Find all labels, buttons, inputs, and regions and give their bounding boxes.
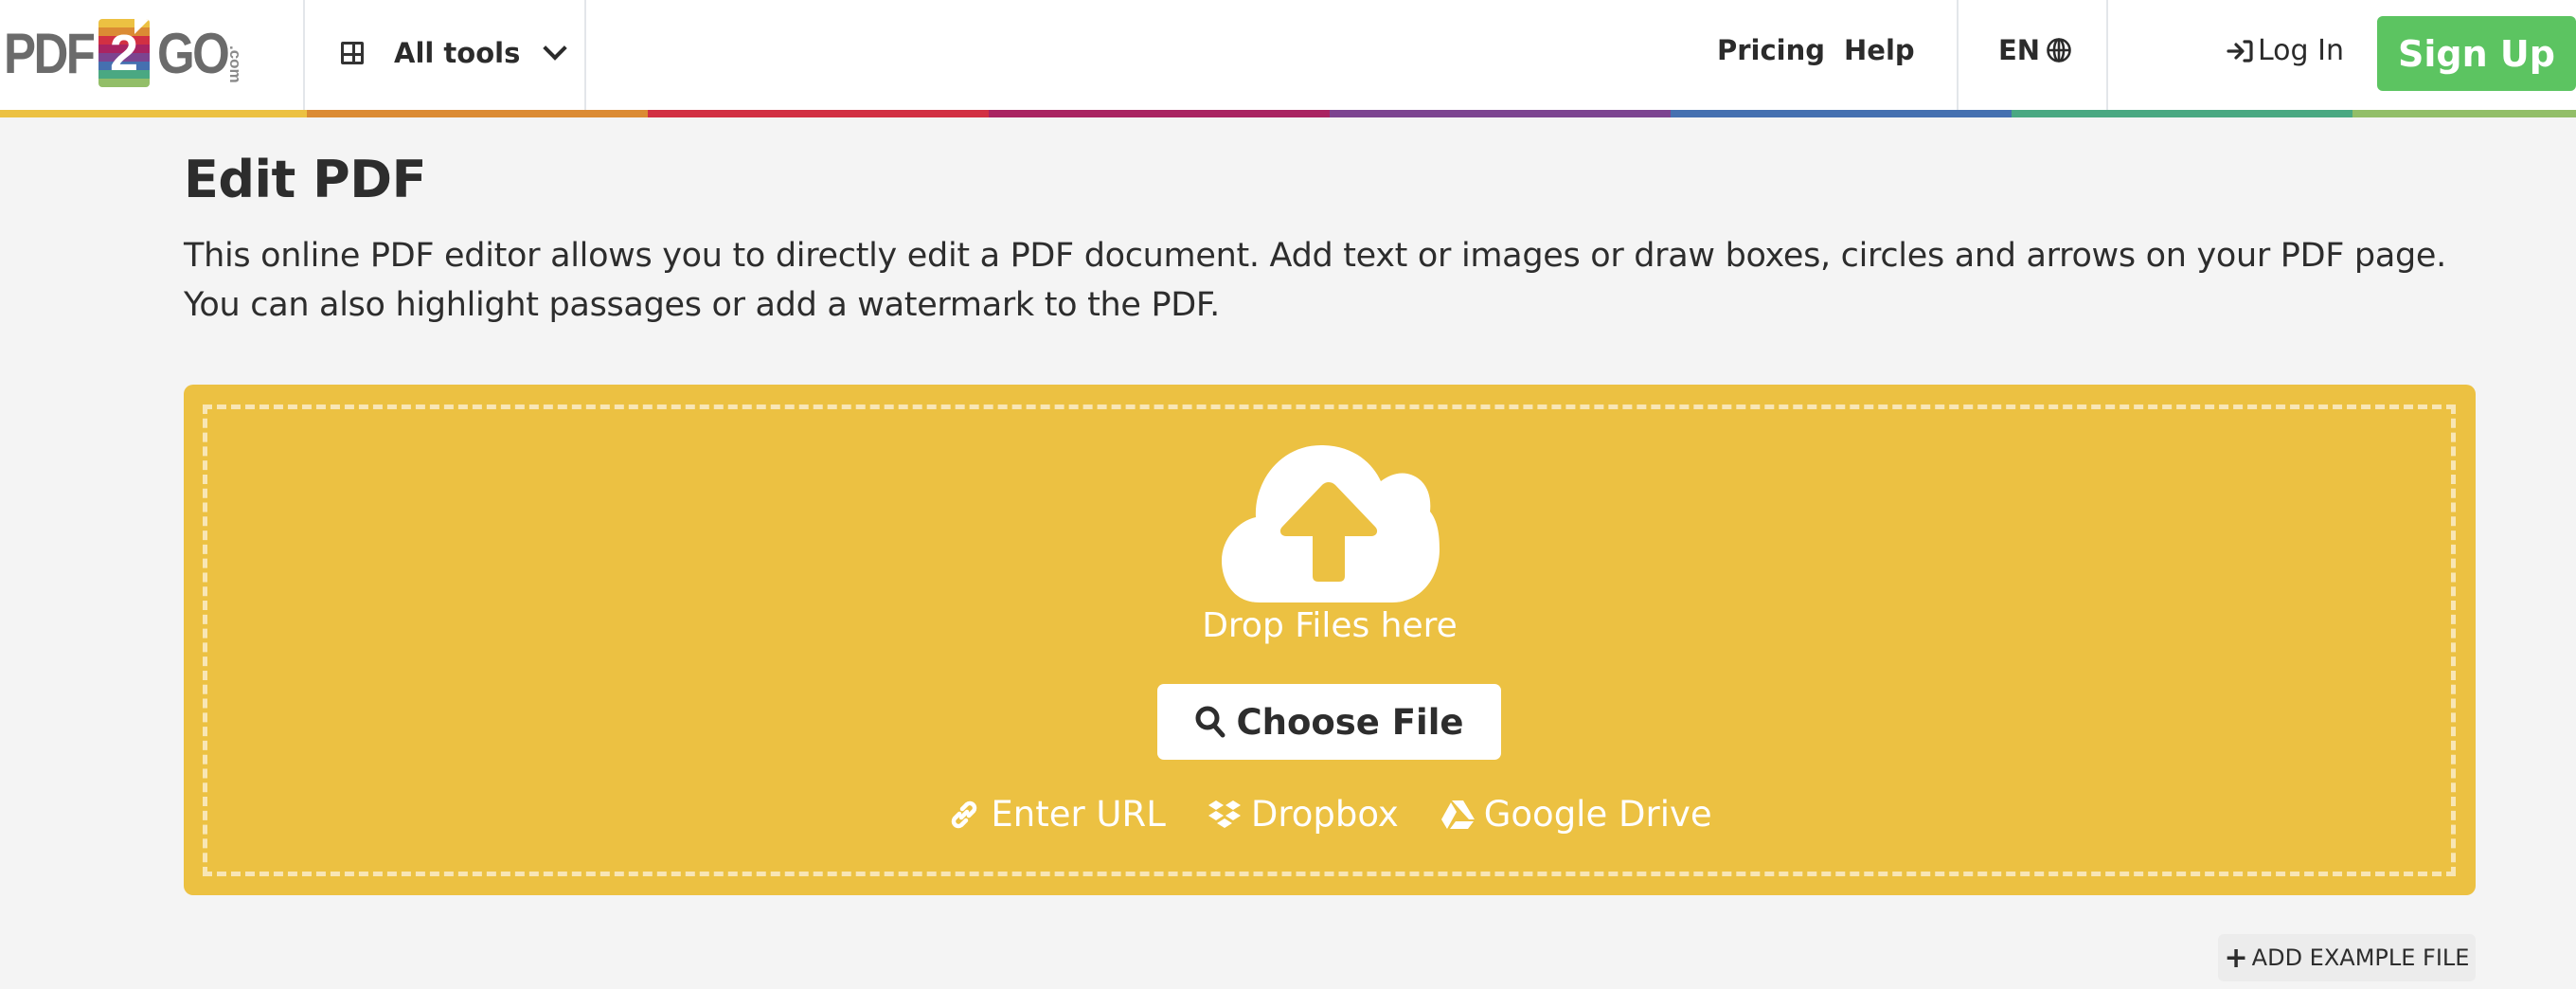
file-drop-zone[interactable]: Drop Files here Choose File Enter URL Dr…: [184, 385, 2476, 895]
page-description: This online PDF editor allows you to dir…: [184, 237, 2446, 324]
dropbox-label: Dropbox: [1250, 794, 1399, 835]
cloud-upload-icon: [1222, 445, 1440, 602]
chevron-down-icon: [543, 36, 568, 61]
header-divider: [1957, 0, 1959, 110]
rainbow-color-bar: [0, 110, 2576, 117]
upload-sources: Enter URL Dropbox Google Drive: [184, 794, 2476, 835]
login-link[interactable]: Log In: [2226, 34, 2344, 67]
header-divider: [2106, 0, 2108, 110]
logo-text-com: .com: [226, 45, 244, 83]
logo-text-pdf: PDF: [4, 21, 96, 85]
drop-files-text: Drop Files here: [1202, 606, 1458, 645]
nav-pricing-link[interactable]: Pricing: [1717, 34, 1825, 66]
language-selector[interactable]: EN: [1998, 34, 2072, 66]
nav-help-link[interactable]: Help: [1844, 34, 1915, 66]
header-divider: [303, 0, 305, 110]
all-tools-dropdown[interactable]: All tools: [341, 32, 568, 74]
dropbox-link[interactable]: Dropbox: [1208, 794, 1399, 835]
header-divider: [584, 0, 586, 110]
add-example-label: ADD EXAMPLE FILE: [2251, 944, 2470, 971]
logo-text-go: GO: [157, 21, 230, 85]
grid-icon: [341, 42, 364, 64]
choose-file-label: Choose File: [1236, 701, 1464, 743]
signup-button[interactable]: Sign Up: [2377, 16, 2576, 91]
globe-icon: [2047, 38, 2071, 63]
search-icon: [1195, 706, 1225, 738]
logo-document-icon: 2: [98, 19, 150, 87]
site-header: PDF 2 GO .com All tools Pricing Help EN: [0, 0, 2576, 110]
page-title: Edit PDF: [184, 150, 426, 209]
enter-url-label: Enter URL: [991, 794, 1166, 835]
logo-text-2: 2: [109, 25, 139, 81]
google-drive-label: Google Drive: [1483, 794, 1712, 835]
dropbox-icon: [1208, 800, 1241, 828]
pdf2go-logo[interactable]: PDF 2 GO .com: [4, 19, 244, 87]
all-tools-label: All tools: [394, 37, 521, 69]
language-code: EN: [1998, 34, 2041, 66]
google-drive-link[interactable]: Google Drive: [1440, 794, 1712, 835]
link-icon: [952, 800, 977, 828]
choose-file-button[interactable]: Choose File: [1157, 684, 1501, 760]
plus-icon: +: [2224, 941, 2248, 975]
google-drive-icon: [1440, 800, 1475, 829]
add-example-file-button[interactable]: + ADD EXAMPLE FILE: [2218, 934, 2476, 981]
enter-url-link[interactable]: Enter URL: [947, 794, 1166, 835]
sign-in-icon: [2227, 39, 2253, 63]
login-label: Log In: [2258, 34, 2344, 67]
